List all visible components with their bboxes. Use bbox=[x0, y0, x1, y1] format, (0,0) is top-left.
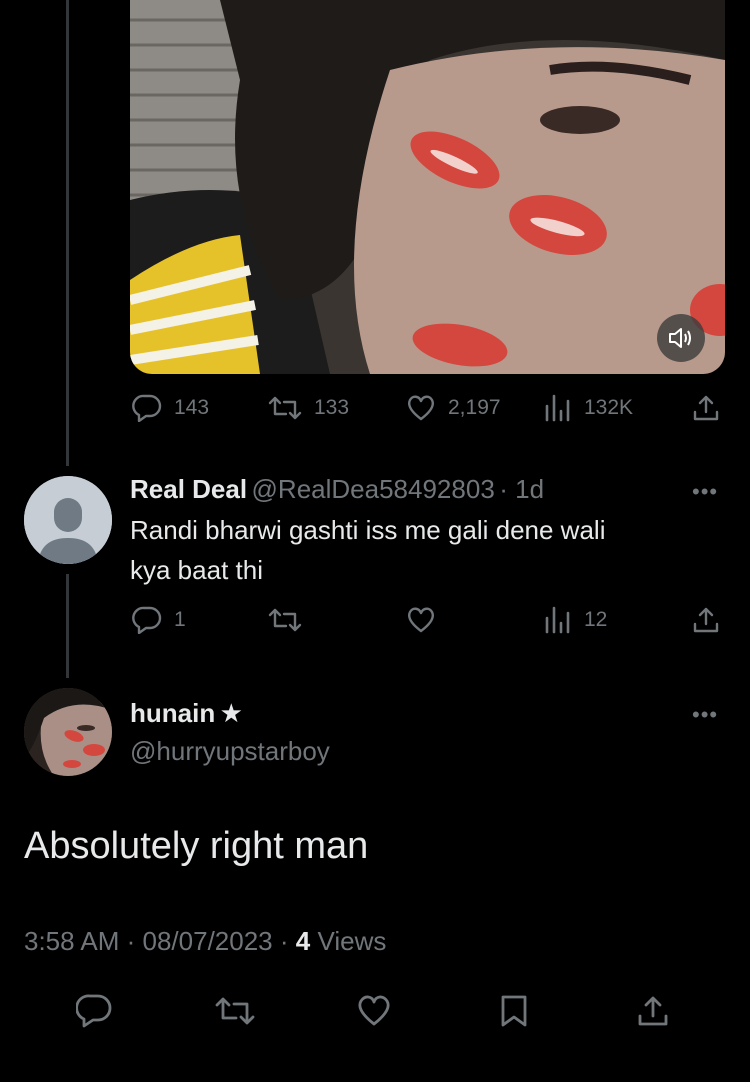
reply-actions: 1 12 bbox=[0, 600, 750, 642]
like-icon bbox=[358, 995, 390, 1026]
main-share-button[interactable] bbox=[636, 994, 670, 1033]
reply-more-button[interactable]: ••• bbox=[692, 479, 718, 505]
speaker-icon bbox=[669, 328, 691, 348]
views-icon bbox=[545, 394, 570, 422]
reply-views-action[interactable]: 12 bbox=[544, 606, 607, 634]
default-avatar-icon bbox=[24, 476, 112, 564]
reply-text: Randi bharwi gashti iss me gali dene wal… bbox=[130, 510, 605, 590]
main-views-count[interactable]: 4 bbox=[296, 926, 310, 956]
reply-retweet-action[interactable] bbox=[268, 606, 302, 634]
main-author-name-row: hunain ★ bbox=[130, 698, 243, 729]
reply-text-line2: kya baat thi bbox=[130, 555, 263, 585]
retweet-icon bbox=[268, 608, 302, 632]
reply-header: Real Deal @RealDea58492803 · 1d bbox=[130, 474, 544, 505]
reply-author-name[interactable]: Real Deal bbox=[130, 474, 247, 504]
reply-icon bbox=[132, 394, 162, 422]
main-tweet-time[interactable]: 3:58 AM bbox=[24, 926, 119, 956]
reply-icon bbox=[132, 606, 162, 634]
like-icon bbox=[407, 607, 435, 633]
retweet-action[interactable]: 133 bbox=[268, 394, 349, 422]
main-tweet-actions bbox=[0, 990, 750, 1034]
reply-timestamp[interactable]: · 1d bbox=[499, 474, 544, 504]
reply-icon bbox=[75, 994, 112, 1028]
main-views-label: Views bbox=[310, 926, 387, 956]
reply-text-line1: Randi bharwi gashti iss me gali dene wal… bbox=[130, 515, 606, 545]
original-tweet-actions: 143 133 2,197 132K bbox=[0, 388, 750, 430]
video-frame bbox=[130, 0, 725, 374]
main-tweet-text: Absolutely right man bbox=[24, 825, 369, 867]
reply-action[interactable]: 143 bbox=[132, 394, 209, 422]
reply-share-action[interactable] bbox=[692, 606, 720, 634]
meta-separator-2: · bbox=[272, 926, 296, 956]
meta-separator-1: · bbox=[119, 926, 143, 956]
star-badge-icon: ★ bbox=[219, 698, 243, 728]
share-action[interactable] bbox=[692, 394, 720, 422]
retweet-count: 133 bbox=[314, 396, 350, 419]
reply-author-handle[interactable]: @RealDea58492803 bbox=[252, 474, 495, 504]
views-icon bbox=[545, 606, 570, 634]
like-count: 2,197 bbox=[448, 396, 501, 419]
reply-reply-action[interactable]: 1 bbox=[132, 606, 186, 634]
main-tweet-date[interactable]: 08/07/2023 bbox=[143, 926, 273, 956]
views-count: 132K bbox=[584, 396, 634, 419]
retweet-icon bbox=[215, 997, 255, 1025]
tweet-video[interactable] bbox=[130, 0, 725, 374]
main-author-name[interactable]: hunain bbox=[130, 698, 215, 728]
reply-reply-count: 1 bbox=[174, 608, 186, 631]
main-avatar[interactable] bbox=[24, 688, 112, 776]
main-reply-button[interactable] bbox=[75, 994, 112, 1033]
share-icon bbox=[693, 395, 719, 421]
reply-count: 143 bbox=[174, 396, 210, 419]
profile-photo bbox=[24, 688, 112, 776]
like-action[interactable]: 2,197 bbox=[406, 394, 501, 422]
mute-button[interactable] bbox=[657, 314, 705, 362]
main-author-handle[interactable]: @hurryupstarboy bbox=[130, 736, 330, 767]
main-retweet-button[interactable] bbox=[214, 994, 256, 1033]
main-like-button[interactable] bbox=[356, 994, 392, 1033]
main-tweet-meta: 3:58 AM · 08/07/2023 · 4 Views bbox=[24, 926, 386, 957]
reply-like-action[interactable] bbox=[406, 606, 436, 634]
like-icon bbox=[407, 395, 435, 421]
views-action[interactable]: 132K bbox=[544, 394, 633, 422]
main-more-button[interactable]: ••• bbox=[692, 702, 718, 728]
reply-views-count: 12 bbox=[584, 608, 608, 631]
reply-avatar[interactable] bbox=[24, 476, 112, 564]
share-icon bbox=[693, 607, 719, 633]
main-bookmark-button[interactable] bbox=[498, 994, 530, 1033]
share-icon bbox=[638, 996, 668, 1026]
retweet-icon bbox=[268, 396, 302, 420]
bookmark-icon bbox=[501, 995, 527, 1027]
